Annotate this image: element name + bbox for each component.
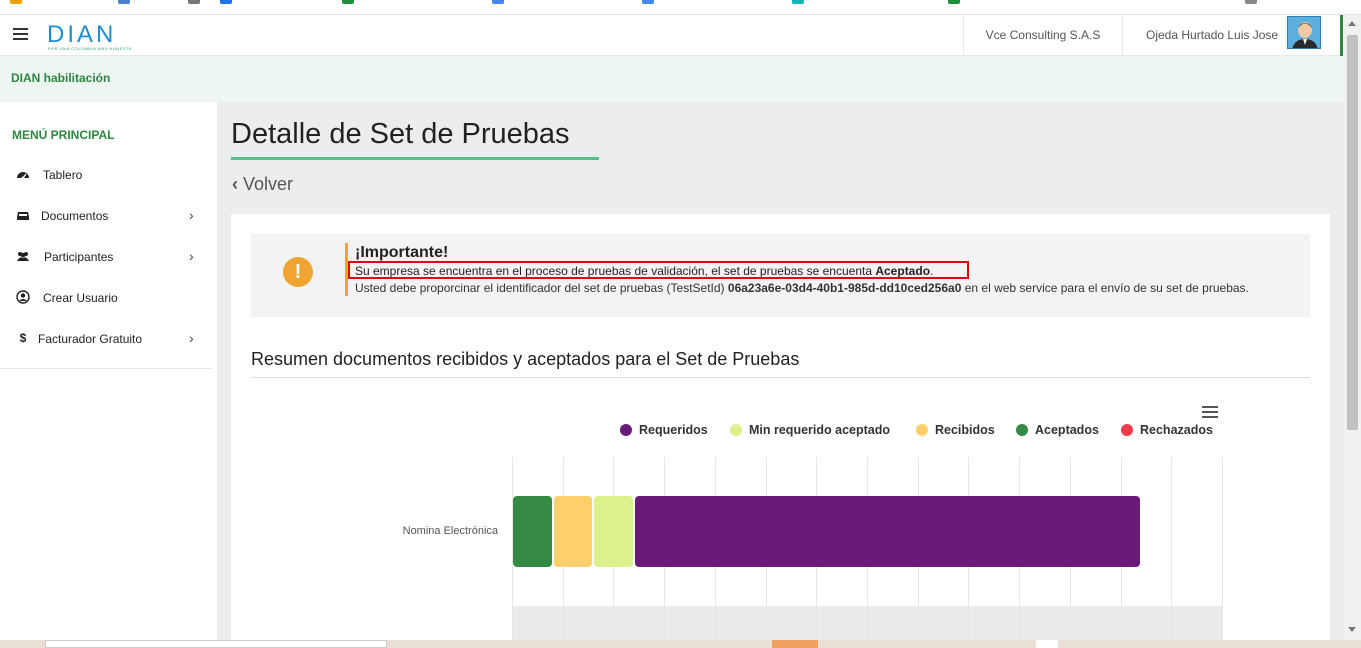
user-name[interactable]: Ojeda Hurtado Luis Jose	[1146, 15, 1278, 56]
alert-testset-line: Usted debe proporcinar el identificador …	[355, 281, 1249, 295]
exclamation-icon: !	[283, 257, 313, 287]
scrollbar-thumb[interactable]	[1347, 35, 1358, 430]
taskbar-app[interactable]	[1036, 640, 1058, 648]
taskbar-app[interactable]	[772, 640, 818, 648]
back-label: Volver	[243, 174, 294, 194]
category-label: Nomina Electrónica	[402, 525, 498, 537]
chart-menu-icon[interactable]	[1202, 406, 1218, 419]
legend-dot	[1121, 424, 1133, 436]
section-divider	[251, 377, 1310, 378]
sidebar-item-crear-usuario[interactable]: Crear Usuario	[0, 282, 212, 312]
sidebar: MENÚ PRINCIPAL Tablero Documentos › Part…	[0, 102, 218, 648]
bookmark-icon[interactable]	[642, 0, 654, 4]
testset-end: en el web service para el envío de su se…	[961, 281, 1249, 295]
bookmark-icon[interactable]	[492, 0, 504, 4]
environment-label: DIAN habilitación	[0, 56, 1343, 102]
inbox-icon	[16, 208, 30, 222]
bookmark-icon[interactable]	[188, 0, 200, 4]
browser-bookmarks-bar	[0, 0, 1361, 15]
user-circle-icon	[16, 290, 30, 304]
back-link[interactable]: ‹ Volver	[232, 174, 293, 195]
legend-label: Aceptados	[1035, 423, 1099, 437]
legend-dot	[620, 424, 632, 436]
sidebar-item-tablero[interactable]: Tablero	[0, 159, 212, 189]
scroll-up-icon[interactable]	[1348, 21, 1356, 26]
users-icon	[16, 249, 30, 263]
legend-label: Rechazados	[1140, 423, 1213, 437]
highlight-box	[348, 261, 969, 279]
legend-label: Recibidos	[935, 423, 995, 437]
chevron-right-icon: ›	[189, 330, 194, 346]
sidebar-item-label: Facturador Gratuito	[38, 332, 143, 346]
bookmark-icon[interactable]	[118, 0, 130, 4]
legend-dot	[916, 424, 928, 436]
summary-title: Resumen documentos recibidos y aceptados…	[251, 349, 800, 369]
os-taskbar	[0, 640, 1361, 648]
sidebar-item-label: Documentos	[41, 209, 109, 223]
user-avatar-icon[interactable]	[1287, 16, 1321, 49]
legend-dot	[730, 424, 742, 436]
title-underline	[231, 157, 599, 160]
hamburger-icon[interactable]	[13, 28, 28, 40]
sidebar-item-participantes[interactable]: Participantes ›	[0, 241, 212, 271]
page-title: Detalle de Set de Pruebas	[231, 118, 570, 150]
dollar-icon: $	[19, 331, 27, 345]
bookmark-icon[interactable]	[792, 0, 804, 4]
bookmark-icon[interactable]	[220, 0, 232, 4]
logo-tagline: POR UNA COLOMBIA MÁS HONESTA	[48, 46, 132, 51]
alert-title: ¡Importante!	[355, 244, 449, 261]
chart-bar-aceptados[interactable]	[513, 496, 552, 567]
chart-bar-min-requerido-aceptado[interactable]	[594, 496, 633, 567]
chevron-right-icon: ›	[189, 207, 194, 223]
testset-id: 06a23a6e-03d4-40b1-985d-dd10ced256a0	[727, 281, 962, 295]
legend-label: Min requerido aceptado	[749, 423, 890, 437]
menu-divider	[0, 368, 212, 369]
chevron-left-icon: ‹	[232, 174, 238, 194]
bookmark-icon[interactable]	[948, 0, 960, 4]
bookmark-icon[interactable]	[1245, 0, 1257, 4]
sidebar-item-label: Participantes	[44, 250, 114, 264]
legend-label: Requeridos	[639, 423, 708, 437]
sidebar-item-label: Tablero	[43, 168, 83, 182]
chart-bar-recibidos[interactable]	[553, 496, 593, 567]
legend-dot	[1016, 424, 1028, 436]
important-alert: ! ¡Importante! Su empresa se encuentra e…	[251, 234, 1310, 317]
chart-plot-area	[512, 457, 1223, 648]
chart-gridline	[1171, 457, 1172, 648]
logo-text: DIAN	[47, 22, 116, 48]
testset-text: Usted debe proporcinar el identificador …	[355, 281, 728, 295]
bookmark-icon[interactable]	[342, 0, 354, 4]
scroll-down-icon[interactable]	[1348, 627, 1356, 632]
chevron-right-icon: ›	[189, 248, 194, 264]
company-selector[interactable]: Vce Consulting S.A.S	[963, 15, 1123, 56]
set-detail-card: ! ¡Importante! Su empresa se encuentra e…	[231, 214, 1330, 648]
dian-logo[interactable]: DIAN POR UNA COLOMBIA MÁS HONESTA	[47, 22, 149, 52]
dashboard-icon	[16, 167, 30, 181]
top-header: DIAN POR UNA COLOMBIA MÁS HONESTA Vce Co…	[0, 15, 1343, 56]
taskbar-search[interactable]	[45, 640, 387, 648]
main-content: Detalle de Set de Pruebas ‹ Volver ! ¡Im…	[218, 102, 1343, 648]
vertical-scrollbar[interactable]	[1343, 15, 1361, 640]
sidebar-item-label: Crear Usuario	[43, 291, 118, 305]
chart-bar-requeridos[interactable]	[634, 496, 1140, 567]
bookmark-icon[interactable]	[10, 0, 22, 4]
sidebar-item-facturador-gratuito[interactable]: $ Facturador Gratuito ›	[0, 323, 212, 353]
chart-gridline	[1222, 457, 1223, 648]
sidebar-item-documentos[interactable]: Documentos ›	[0, 200, 212, 230]
menu-title: MENÚ PRINCIPAL	[12, 128, 115, 142]
